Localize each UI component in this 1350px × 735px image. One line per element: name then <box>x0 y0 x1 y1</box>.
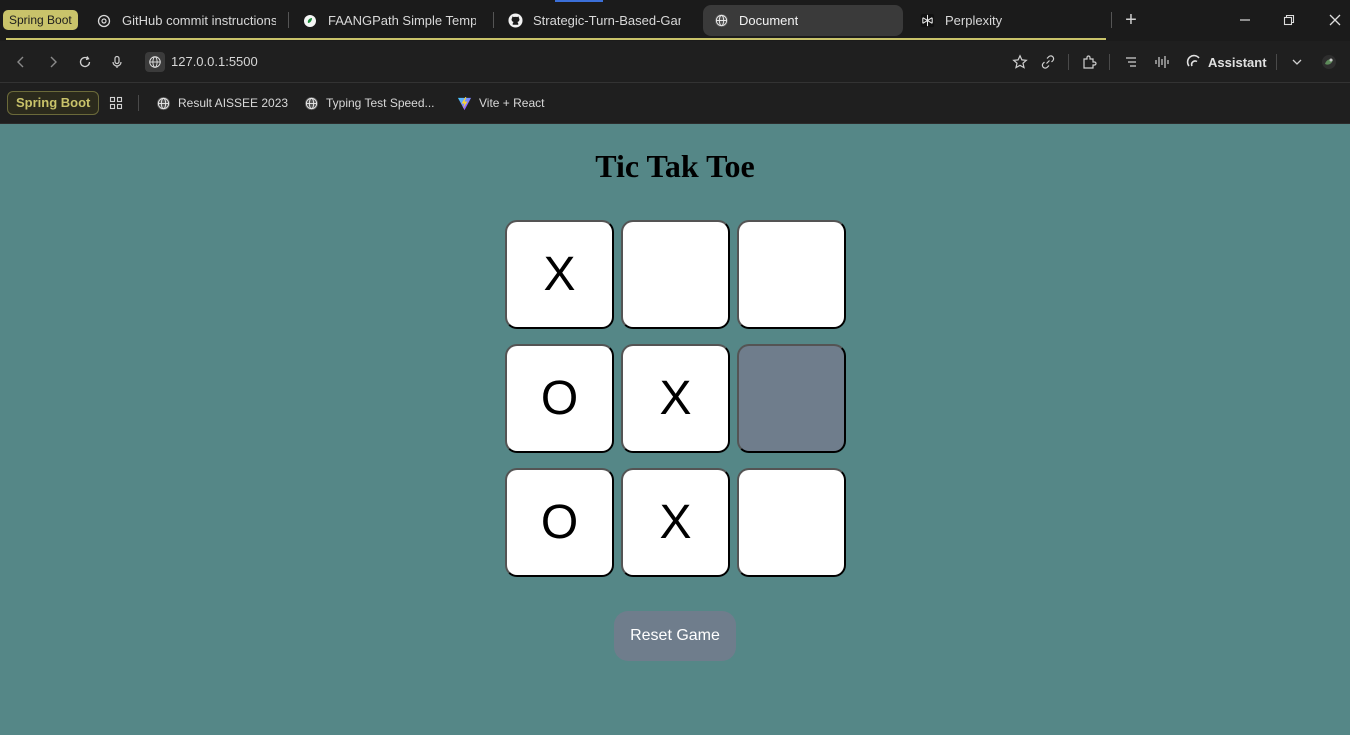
assistant-button[interactable]: Assistant <box>1186 52 1267 72</box>
url-field[interactable]: 127.0.0.1:5500 <box>171 53 258 71</box>
minimize-icon[interactable] <box>1233 8 1257 32</box>
perplexity-icon <box>919 13 935 29</box>
bookmark-star-icon[interactable] <box>1010 52 1030 72</box>
apps-grid-icon[interactable] <box>106 93 126 113</box>
extensions-icon[interactable] <box>1079 52 1099 72</box>
bookmark-result-aissee[interactable]: Result AISSEE 2023 <box>155 93 288 113</box>
bookmark-typing-test[interactable]: Typing Test Speed... <box>303 93 435 113</box>
forward-icon[interactable] <box>43 52 63 72</box>
toolbar-separator <box>1068 54 1069 70</box>
overleaf-icon <box>302 13 318 29</box>
loading-indicator <box>555 0 603 2</box>
tab-separator <box>288 12 289 28</box>
reading-list-icon[interactable] <box>1121 52 1141 72</box>
page-title: Tic Tak Toe <box>595 148 755 184</box>
tab-separator <box>493 12 494 28</box>
page-viewport: Tic Tak Toe X O X O X Reset Game <box>0 124 1350 735</box>
tab-label: GitHub commit instructions <box>122 13 276 28</box>
toolbar-separator <box>1276 54 1277 70</box>
tab-group-underline <box>6 38 1106 40</box>
tab-label: Document <box>739 13 799 28</box>
board-cell-1[interactable]: X <box>505 220 614 329</box>
bookmark-label: Result AISSEE 2023 <box>178 96 289 110</box>
tab-separator <box>1111 12 1112 28</box>
tab-label: FAANGPath Simple Template ( <box>328 13 476 28</box>
tab-label: Perplexity <box>945 13 1003 28</box>
address-toolbar: 127.0.0.1:5500 Assistant <box>0 41 1350 83</box>
bookmark-group-chip[interactable]: Spring Boot <box>7 91 100 115</box>
globe-icon <box>713 13 729 29</box>
tab-label: Strategic-Turn-Based-Game-E <box>533 13 681 28</box>
board-cell-7[interactable]: O <box>505 468 614 577</box>
bookmark-label: Vite + React <box>479 96 545 110</box>
back-icon[interactable] <box>11 52 31 72</box>
bookmarks-separator <box>138 95 139 111</box>
bookmarks-bar: Spring Boot Result AISSEE 2023 Typing Te… <box>0 83 1350 124</box>
bookmark-label: Typing Test Speed... <box>326 96 435 110</box>
globe-icon <box>303 95 319 111</box>
toolbar-separator <box>1109 54 1110 70</box>
tab-document[interactable]: Document <box>703 5 903 36</box>
board-cell-4[interactable]: O <box>505 344 614 453</box>
profile-avatar-icon[interactable] <box>1319 52 1339 72</box>
board-cell-9[interactable] <box>737 468 846 577</box>
assistant-icon <box>1186 53 1202 72</box>
tab-faangpath[interactable]: FAANGPath Simple Template ( <box>292 5 486 36</box>
tab-group-chip[interactable]: Spring Boot <box>3 10 78 30</box>
vite-icon <box>456 95 472 111</box>
tab-perplexity[interactable]: Perplexity <box>909 5 1105 36</box>
chevron-down-icon[interactable] <box>1287 52 1307 72</box>
game-board: X O X O X <box>505 220 846 577</box>
board-cell-6[interactable] <box>737 344 846 453</box>
tab-strategic-game[interactable]: Strategic-Turn-Based-Game-E <box>497 5 691 36</box>
chatgpt-icon <box>96 13 112 29</box>
board-cell-3[interactable] <box>737 220 846 329</box>
reset-game-button[interactable]: Reset Game <box>614 611 736 661</box>
bookmark-vite-react[interactable]: Vite + React <box>456 93 544 113</box>
reload-icon[interactable] <box>75 52 95 72</box>
restore-icon[interactable] <box>1277 8 1301 32</box>
board-cell-2[interactable] <box>621 220 730 329</box>
microphone-icon[interactable] <box>107 52 127 72</box>
new-tab-button[interactable]: + <box>1120 8 1142 32</box>
assistant-label: Assistant <box>1208 54 1267 70</box>
link-icon[interactable] <box>1038 52 1058 72</box>
site-info-icon[interactable] <box>145 52 165 72</box>
tab-github-commit[interactable]: GitHub commit instructions <box>86 5 286 36</box>
github-icon <box>507 13 523 29</box>
close-icon[interactable] <box>1323 8 1347 32</box>
audio-wave-icon[interactable] <box>1152 52 1172 72</box>
globe-icon <box>155 95 171 111</box>
board-cell-5[interactable]: X <box>621 344 730 453</box>
tab-strip: Spring Boot GitHub commit instructions F… <box>0 0 1350 41</box>
board-cell-8[interactable]: X <box>621 468 730 577</box>
